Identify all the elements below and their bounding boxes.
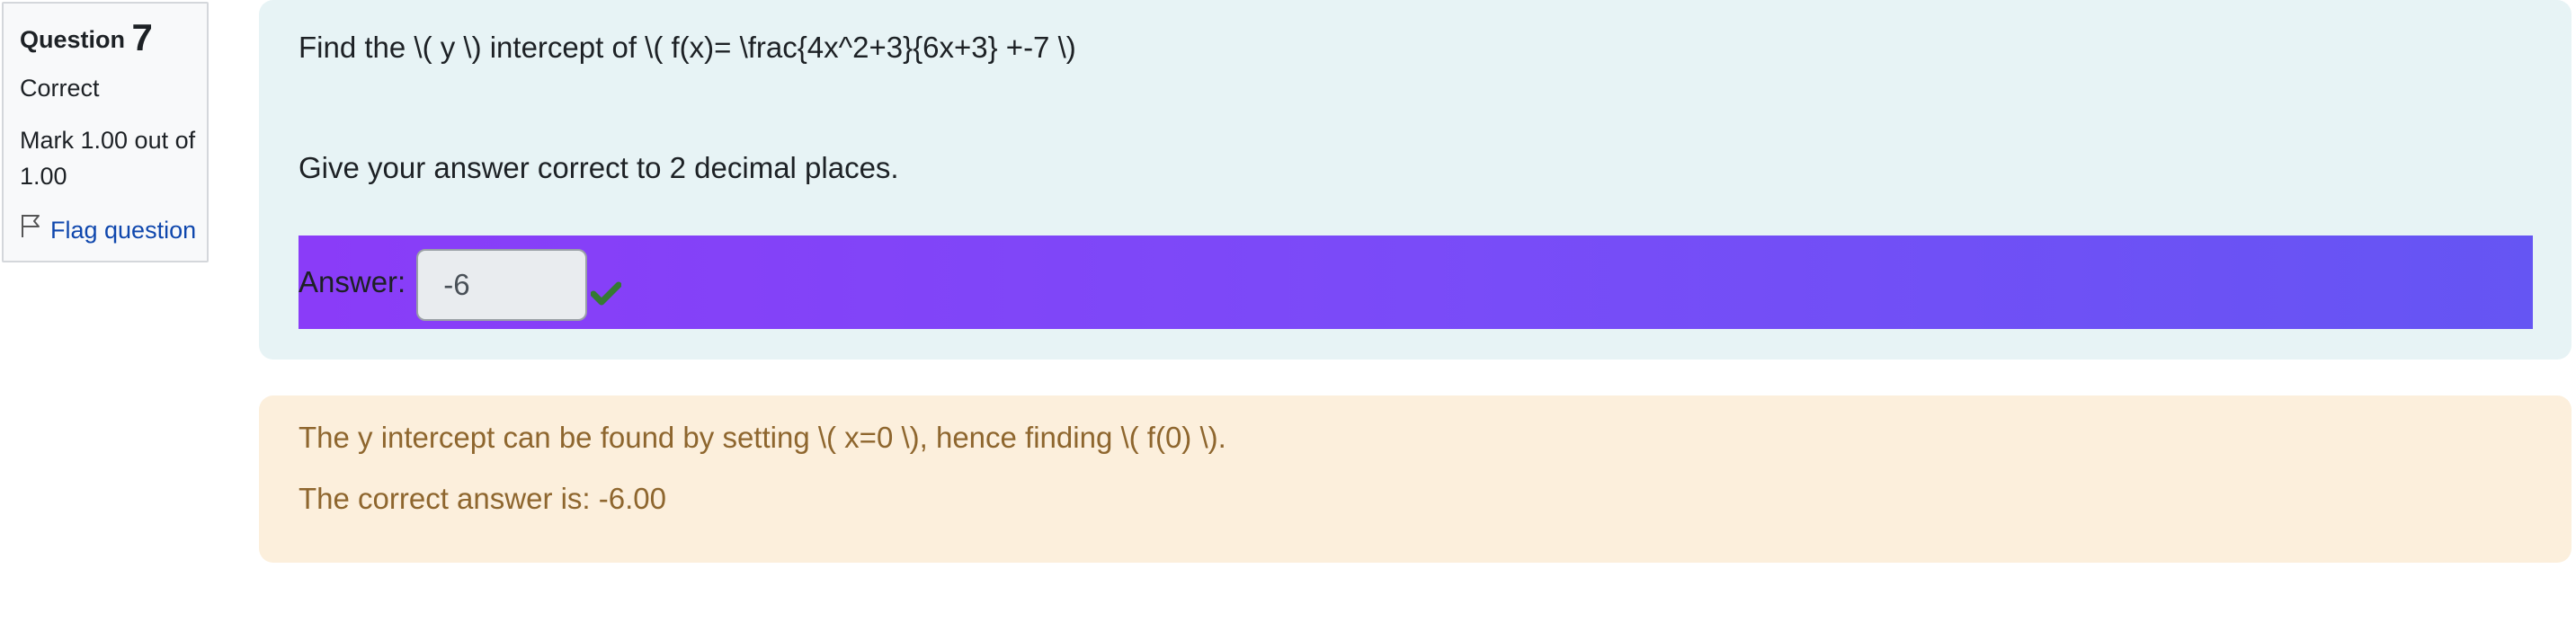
feedback-panel: The y intercept can be found by setting … (259, 395, 2572, 563)
question-text: Find the \( y \) intercept of \( f(x)= \… (299, 31, 1076, 64)
answer-row: Answer: (299, 236, 2533, 329)
flag-outline-icon (20, 212, 50, 248)
question-grade: Mark 1.00 out of 1.00 (20, 127, 196, 190)
question-number-heading: Question 7 (20, 19, 207, 58)
flag-question-link[interactable]: Flag question (20, 212, 207, 248)
question-formulation: Find the \( y \) intercept of \( f(x)= \… (259, 0, 2572, 360)
question-instruction: Give your answer correct to 2 decimal pl… (299, 151, 899, 184)
answer-label: Answer: (299, 265, 406, 298)
check-icon (590, 280, 622, 310)
quiz-page: Question 7 Correct Mark 1.00 out of 1.00… (0, 0, 2576, 631)
question-label: Question (20, 26, 126, 53)
flag-question-label: Flag question (50, 217, 197, 244)
question-number: 7 (131, 16, 153, 58)
question-state: Correct (20, 75, 100, 102)
answer-input[interactable] (416, 249, 588, 321)
general-feedback: The y intercept can be found by setting … (299, 421, 1226, 454)
right-answer: The correct answer is: -6.00 (299, 482, 666, 515)
question-info-panel: Question 7 Correct Mark 1.00 out of 1.00… (2, 2, 209, 262)
